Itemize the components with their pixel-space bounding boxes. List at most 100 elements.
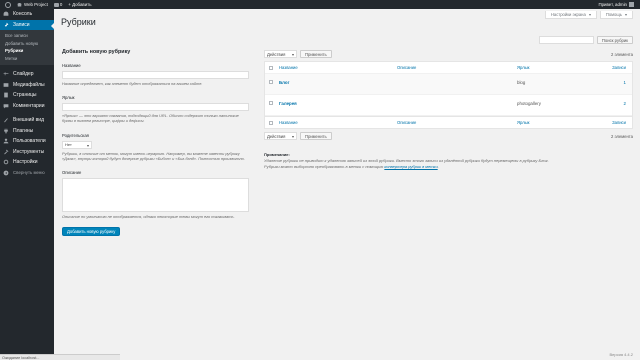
sidebar-item-label: Внешний вид: [13, 117, 44, 124]
chevron-down-icon: [87, 144, 89, 147]
tools-icon: [3, 149, 9, 155]
category-name-link[interactable]: Галерея: [279, 101, 297, 106]
description-textarea[interactable]: [62, 178, 249, 213]
search-box: Поиск рубрик: [538, 36, 633, 44]
tablenav-top: Действия Применить 2 элемента: [264, 49, 633, 59]
submenu-add-new[interactable]: Добавить новую: [0, 40, 54, 48]
submenu-all-posts[interactable]: Все записи: [0, 32, 54, 40]
chevron-down-icon: [292, 136, 294, 138]
category-name-link[interactable]: Блог: [279, 80, 289, 85]
row-checkbox[interactable]: [269, 80, 273, 84]
apply-button-bottom[interactable]: Применить: [300, 132, 332, 140]
posts-submenu: Все записи Добавить новую Рубрики Метки: [0, 30, 54, 65]
help-button[interactable]: Помощь: [599, 11, 633, 19]
apply-button[interactable]: Применить: [300, 50, 332, 58]
column-description-footer[interactable]: Описание: [397, 120, 416, 125]
sidebar-item-users[interactable]: Пользователи: [0, 136, 54, 147]
sidebar-item-settings[interactable]: Настройки: [0, 157, 54, 168]
categories-list: Действия Применить 2 элемента Название О…: [264, 49, 633, 170]
sidebar-item-label: Страницы: [13, 92, 37, 99]
select-all-checkbox[interactable]: [269, 65, 273, 70]
account-menu[interactable]: Привет, admin: [595, 0, 640, 9]
parent-description: Рубрики, в отличие от меток, могут иметь…: [62, 150, 245, 161]
sidebar-item-tools[interactable]: Инструменты: [0, 147, 54, 158]
settings-icon: [3, 159, 9, 165]
chevron-down-icon: [625, 13, 627, 16]
help-label: Помощь: [605, 12, 622, 17]
dashboard-icon: [3, 11, 9, 17]
sidebar-item-comments[interactable]: Комментарии: [0, 101, 54, 112]
sidebar-item-label: Плагины: [13, 127, 34, 134]
parent-label: Родительская: [62, 132, 89, 138]
sidebar-item-label: Пользователи: [13, 138, 46, 145]
table-header: Название Описание Ярлык Записи: [265, 62, 632, 74]
sidebar-item-posts[interactable]: Записи: [0, 19, 54, 30]
row-checkbox[interactable]: [269, 101, 273, 105]
notes-line-2: Рубрики можно выборочно преобразовать в …: [264, 164, 633, 170]
column-name[interactable]: Название: [279, 65, 298, 70]
sidebar-item-appearance[interactable]: Внешний вид: [0, 115, 54, 126]
sidebar-item-label: Слайдер: [13, 71, 34, 78]
sidebar-item-collapse[interactable]: Свернуть меню: [0, 168, 54, 179]
search-categories-button[interactable]: Поиск рубрик: [596, 36, 633, 44]
search-input[interactable]: [538, 36, 594, 44]
comments-link[interactable]: 0: [51, 0, 65, 9]
add-category-button[interactable]: Добавить новую рубрику: [62, 227, 121, 237]
submenu-tags[interactable]: Метки: [0, 55, 54, 63]
table-footer: Название Описание Ярлык Записи: [265, 116, 632, 128]
category-slug: photogallery: [517, 101, 541, 106]
submenu-categories[interactable]: Рубрики: [0, 47, 54, 55]
browser-status-bar: Ожидание localhost...: [0, 354, 120, 360]
notes: Примечание: Удаление рубрики не приводит…: [264, 152, 633, 170]
users-icon: [3, 138, 9, 144]
select-all-checkbox-footer[interactable]: [269, 120, 273, 125]
admin-bar: Web Project 0 + Добавить Привет, admin: [0, 0, 640, 9]
description-help: Описание по умолчанию не отображается, о…: [62, 214, 235, 220]
categories-table: Название Описание Ярлык Записи Блог blog…: [264, 61, 633, 129]
chevron-down-icon: [292, 54, 294, 56]
converter-link[interactable]: конвертера рубрик в метки: [384, 164, 437, 169]
parent-select[interactable]: Нет: [62, 140, 92, 149]
sidebar-item-media[interactable]: Медиафайлы: [0, 80, 54, 91]
add-new-label: + Добавить: [68, 2, 92, 7]
column-slug[interactable]: Ярлык: [517, 65, 530, 70]
site-name-label: Web Project: [24, 2, 48, 7]
wordpress-logo-icon[interactable]: [0, 0, 14, 9]
column-count[interactable]: Записи: [612, 65, 626, 70]
category-count-link[interactable]: 2: [624, 101, 626, 106]
slider-icon: [3, 71, 9, 77]
items-count-bottom: 2 элемента: [610, 133, 633, 139]
sidebar-item-label: Медиафайлы: [13, 81, 45, 88]
sidebar-item-plugins[interactable]: Плагины: [0, 126, 54, 137]
chevron-down-icon: [588, 13, 591, 16]
name-label: Название: [62, 63, 81, 68]
form-heading: Добавить новую рубрику: [62, 49, 131, 55]
name-field[interactable]: [62, 71, 249, 79]
bulk-actions-select[interactable]: Действия: [264, 50, 297, 58]
site-name-link[interactable]: Web Project: [14, 0, 51, 9]
column-count-footer[interactable]: Записи: [612, 120, 626, 125]
add-category-form: Добавить новую рубрику Название Название…: [62, 49, 250, 237]
screen-meta-links: Настройки экрана Помощь: [544, 11, 633, 19]
slug-description: «Ярлык» — это вариант названия, подходящ…: [62, 113, 239, 124]
column-slug-footer[interactable]: Ярлык: [517, 120, 530, 125]
avatar: [629, 2, 634, 7]
table-row: Галерея photogallery 2: [265, 95, 632, 116]
column-description[interactable]: Описание: [397, 65, 416, 70]
comments-icon: [3, 103, 9, 109]
sidebar-item-pages[interactable]: Страницы: [0, 90, 54, 101]
appearance-icon: [3, 117, 9, 123]
screen-options-button[interactable]: Настройки экрана: [544, 11, 597, 19]
parent-select-value: Нет: [65, 142, 72, 148]
pin-icon: [3, 22, 9, 28]
screen-options-label: Настройки экрана: [550, 12, 586, 17]
sidebar-item-dashboard[interactable]: Консоль: [0, 9, 54, 20]
bulk-actions-value: Действия: [267, 51, 286, 57]
slug-field[interactable]: [62, 103, 249, 112]
sidebar-item-slider[interactable]: Слайдер: [0, 69, 54, 80]
sidebar-item-label: Настройки: [13, 159, 38, 166]
category-count-link[interactable]: 1: [624, 80, 626, 85]
add-new-link[interactable]: + Добавить: [65, 0, 94, 9]
bulk-actions-select-bottom[interactable]: Действия: [264, 132, 297, 140]
column-name-footer[interactable]: Название: [279, 120, 298, 125]
